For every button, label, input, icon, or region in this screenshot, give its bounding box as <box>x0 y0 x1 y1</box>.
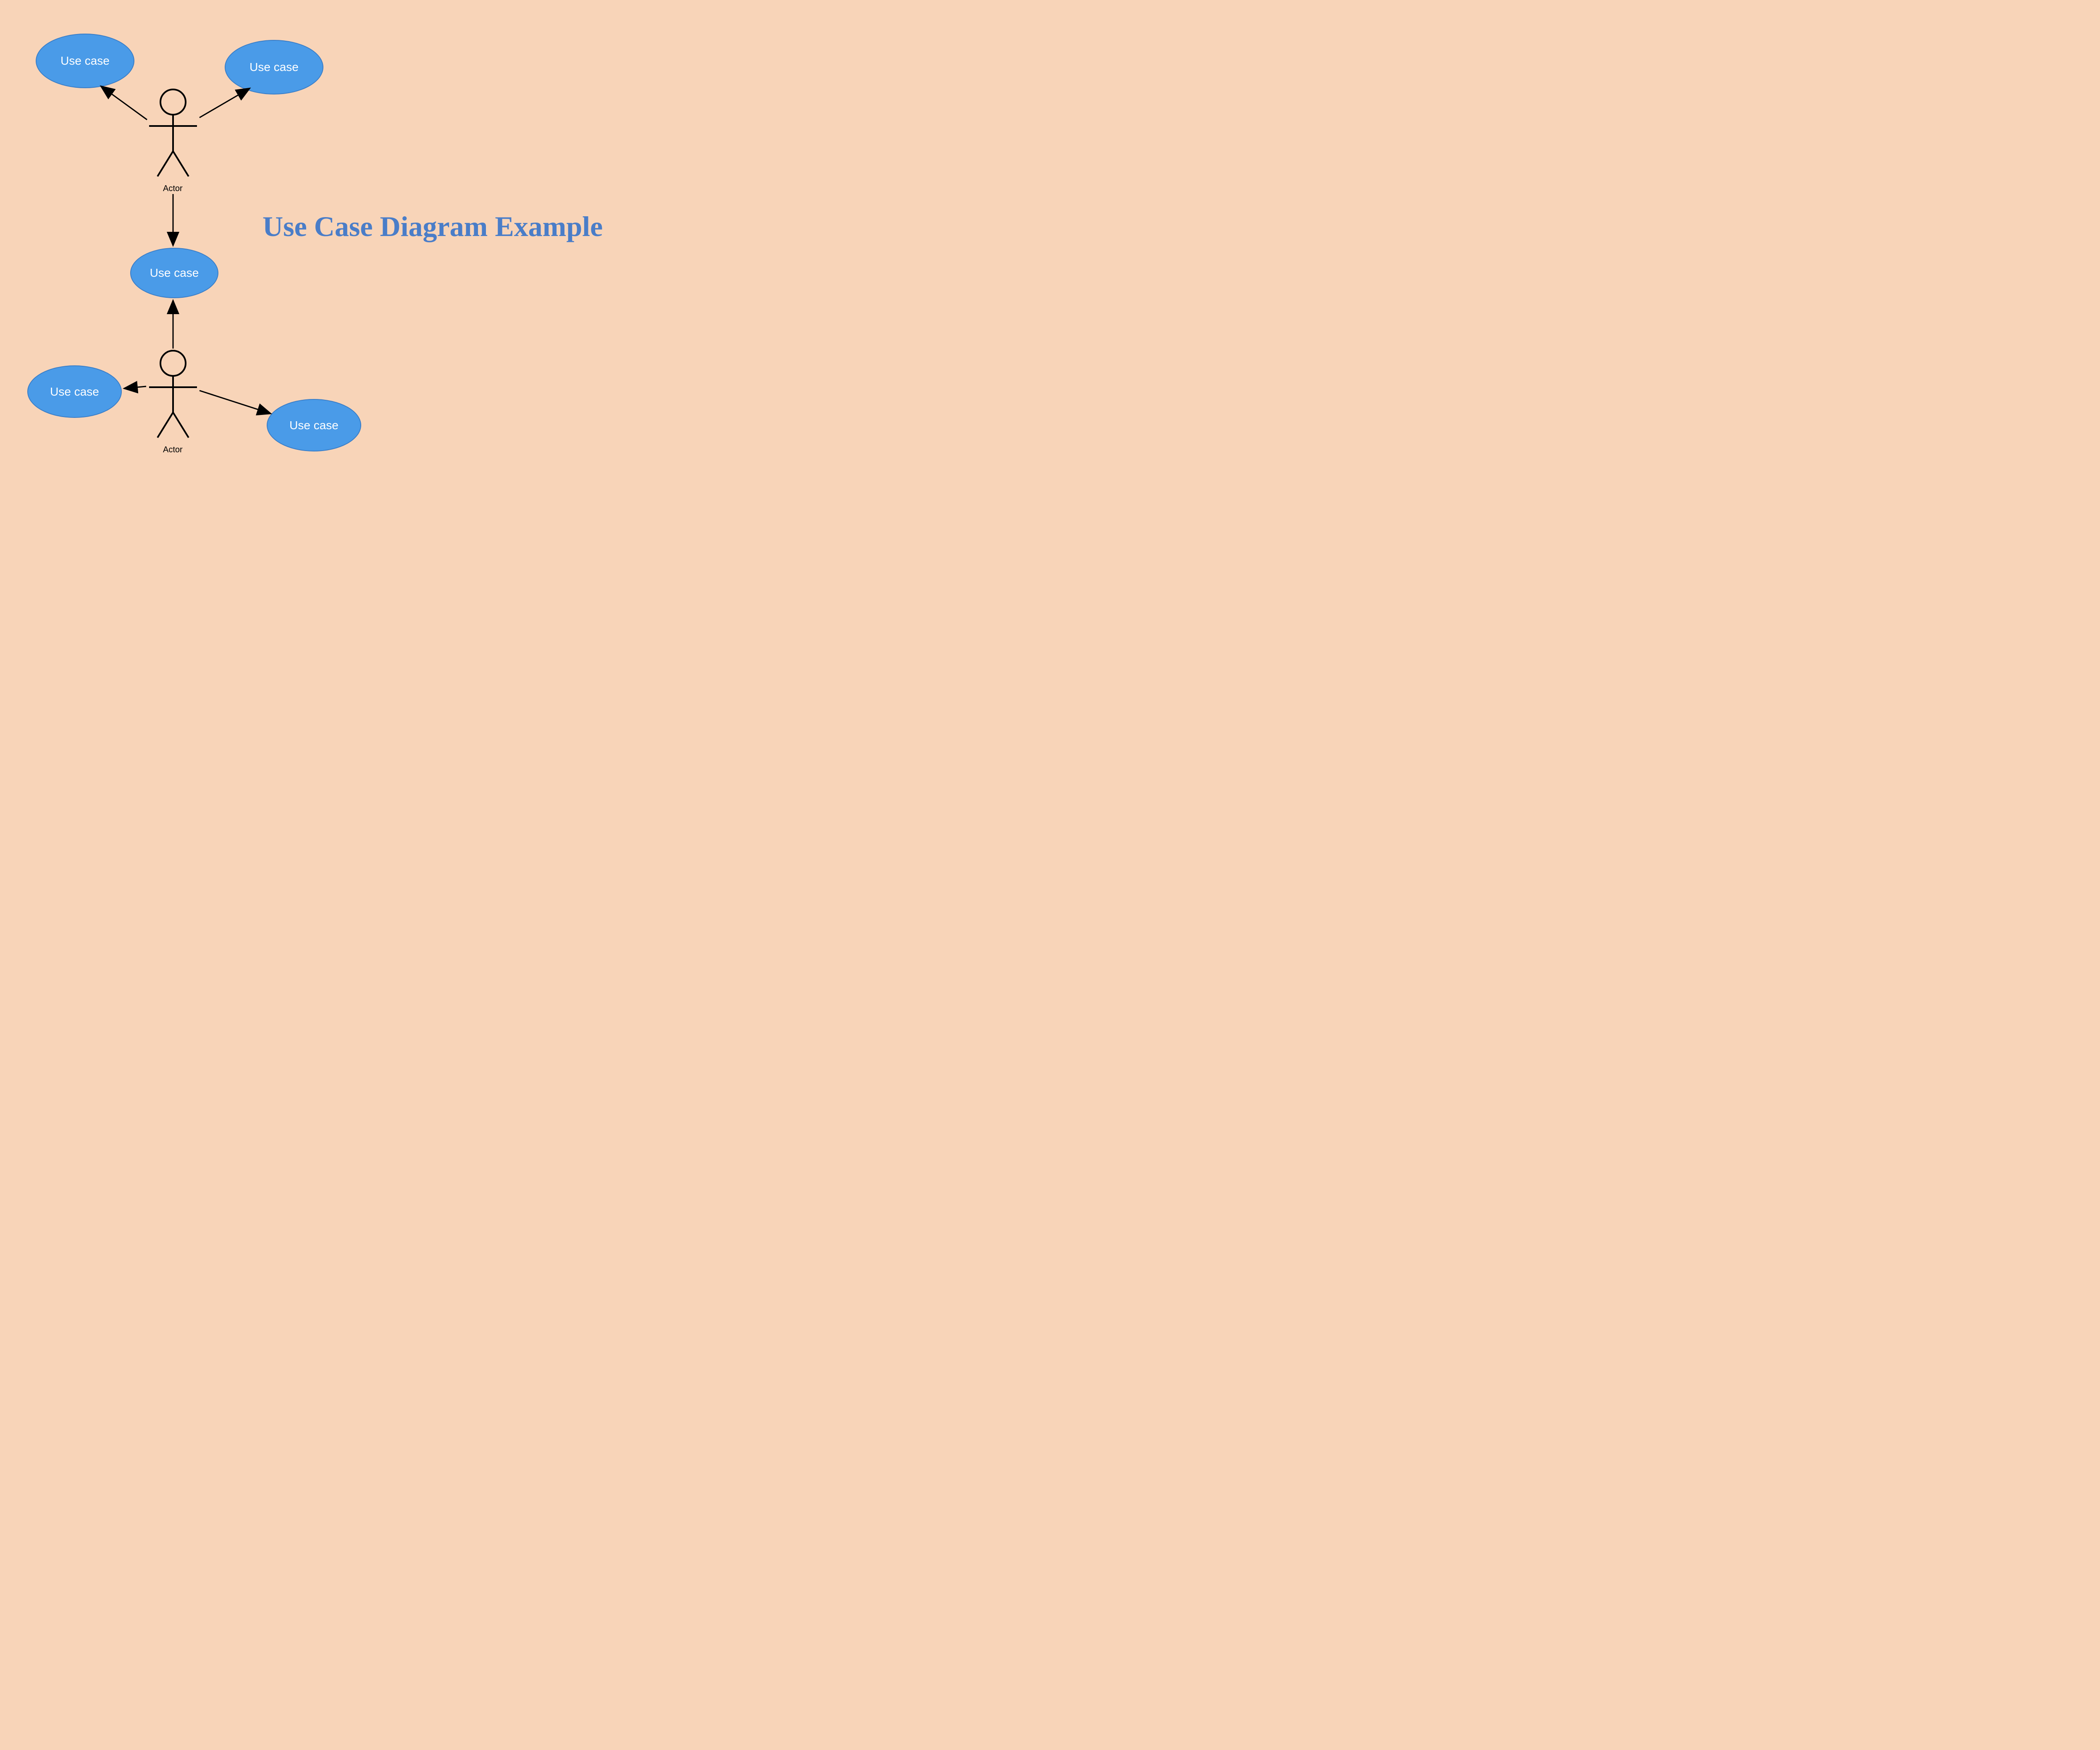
actor-top-label: Actor <box>163 184 183 194</box>
actor-bottom-icon <box>149 351 197 438</box>
arrow-top-right <box>200 88 250 118</box>
use-case-label: Use case <box>289 419 339 432</box>
use-case-bottom-right: Use case <box>267 399 361 451</box>
use-case-bottom-left: Use case <box>27 365 122 418</box>
use-case-label: Use case <box>50 385 99 399</box>
actor-bottom-label: Actor <box>163 445 183 455</box>
use-case-top-left: Use case <box>36 34 134 88</box>
use-case-top-right: Use case <box>225 40 323 94</box>
arrow-top-left <box>101 86 147 120</box>
use-case-label: Use case <box>60 54 110 68</box>
use-case-label: Use case <box>150 266 199 280</box>
diagram-title: Use Case Diagram Example <box>262 210 640 243</box>
arrow-bottom-left <box>124 386 146 388</box>
use-case-middle: Use case <box>130 248 218 298</box>
arrow-bottom-right <box>200 391 271 414</box>
actor-top-icon <box>149 89 197 176</box>
use-case-label: Use case <box>249 60 299 74</box>
